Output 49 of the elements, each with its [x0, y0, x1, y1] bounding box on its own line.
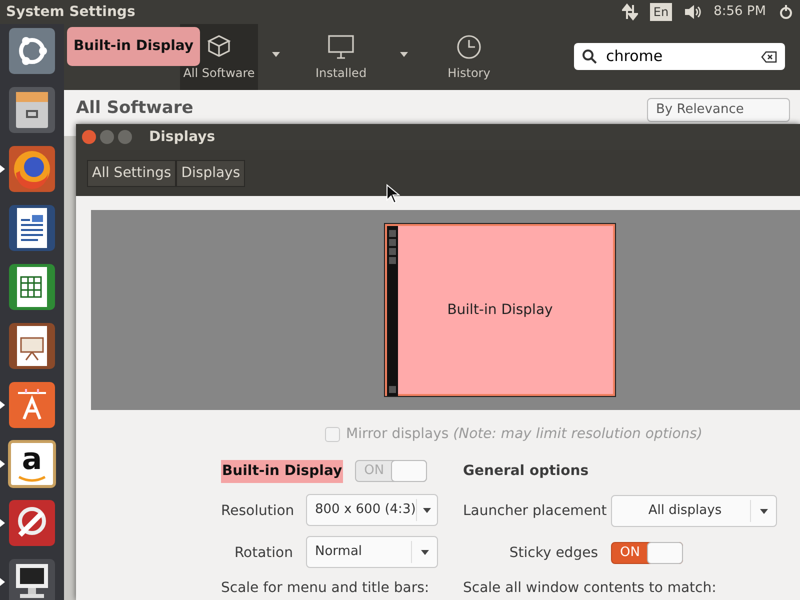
ring-logo-icon[interactable] [8, 27, 56, 76]
caret-icon[interactable] [400, 52, 408, 56]
spreadsheet-icon[interactable] [8, 263, 56, 312]
setting-label: Rotation [233, 544, 294, 562]
monitor-icon [327, 32, 355, 60]
setting-label: Scale for menu and title bars: [221, 579, 430, 598]
window-title: System Settings [5, 2, 136, 22]
shopping-logo-icon[interactable]: a [8, 440, 56, 488]
dropdown[interactable]: All displays [611, 495, 777, 527]
globe-icon[interactable] [8, 145, 56, 194]
caret-icon[interactable] [272, 52, 280, 56]
dropdown[interactable]: Normal [306, 536, 438, 568]
breadcrumb-button[interactable]: Displays [176, 160, 246, 186]
setting-label: Resolution [221, 502, 296, 520]
section-heading: All Software [76, 99, 194, 120]
search-field[interactable]: chrome [574, 43, 785, 70]
section-title: General options [463, 462, 590, 480]
toolbar-tab[interactable]: History [420, 24, 518, 90]
caret-icon [760, 508, 768, 514]
setting-label: Sticky edges [508, 544, 599, 562]
close-button[interactable] [82, 130, 96, 144]
document-icon[interactable] [8, 204, 56, 252]
clock-icon [455, 32, 483, 60]
setting-label: Scale all window contents to match: [463, 579, 718, 598]
tooltip: Built-in Display [67, 27, 200, 66]
network-icon[interactable] [622, 3, 638, 21]
caret-icon [422, 508, 431, 512]
window-title: Displays [149, 128, 216, 146]
shopping-bag-icon[interactable] [8, 381, 56, 430]
toggle-switch[interactable]: ON [611, 542, 683, 564]
sort-dropdown[interactable]: By Relevance [647, 98, 790, 122]
dropdown[interactable]: 800 x 600 (4:3) [306, 494, 438, 526]
checkbox-label: Mirror displays (Note: may limit resolution options) [346, 424, 702, 444]
clock-time[interactable]: 8:56 PM [714, 2, 766, 22]
monitor-preview[interactable]: Built-in Display [385, 224, 615, 396]
clear-icon[interactable] [761, 50, 777, 62]
file-cabinet-icon[interactable] [8, 86, 56, 134]
keyboard-layout-indicator[interactable]: En [650, 3, 672, 21]
search-icon [582, 48, 598, 64]
breadcrumb-button[interactable]: All Settings [87, 160, 176, 186]
toolbar-tab[interactable]: Installed [294, 24, 388, 90]
volume-icon[interactable] [684, 4, 702, 20]
presentation-icon[interactable] [8, 322, 56, 370]
display-icon[interactable] [8, 558, 56, 600]
power-icon[interactable] [778, 4, 794, 20]
display-name: Built-in Display [221, 460, 344, 482]
setting-label: Launcher placement [463, 502, 608, 520]
mouse-pointer-icon [386, 184, 400, 204]
caret-icon [420, 550, 428, 554]
